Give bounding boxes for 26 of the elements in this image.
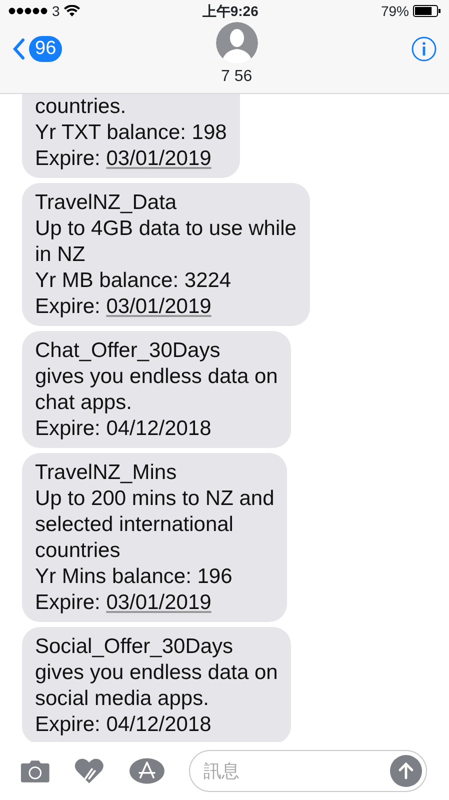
message-text: countries. Yr TXT balance: 198 Expire: 03/01/2019 (35, 94, 227, 172)
message-text: TravelNZ_Mins Up to 200 mins to NZ and selected international countries Yr Mins balance: 196 Expire: 03/01/2019 (35, 460, 274, 616)
message-text: Social_Offer_30Days gives you endless data on social media apps. Expire: 04/12/2018 (35, 634, 278, 738)
date-link[interactable]: 03/01/2019 (106, 147, 212, 170)
camera-icon[interactable] (20, 758, 50, 784)
contact-name[interactable]: 7 56 (220, 68, 252, 86)
avatar-icon[interactable] (216, 22, 258, 64)
send-button[interactable] (390, 755, 422, 787)
carrier-text: 3 (52, 2, 60, 20)
back-button[interactable]: 96 (12, 36, 62, 62)
date-link[interactable]: 03/01/2019 (106, 295, 212, 318)
wifi-icon (64, 5, 80, 17)
info-icon[interactable] (410, 36, 437, 62)
message-text: Chat_Offer_30Days gives you endless data on chat apps. Expire: 04/12/2018 (35, 338, 278, 442)
message-text: TravelNZ_Data Up to 4GB data to use while in NZ Yr MB balance: 3224 Expire: 03/01/2019 (35, 190, 296, 320)
message-field[interactable]: 訊息 (188, 750, 427, 792)
arrow-up-icon (398, 762, 414, 780)
app-store-icon[interactable] (128, 757, 165, 785)
back-chevron-icon (12, 38, 25, 60)
unread-count: 96 (29, 36, 62, 62)
battery-icon (412, 5, 441, 17)
battery-percent: 79% (380, 2, 409, 20)
date-link[interactable]: 03/01/2019 (106, 591, 212, 614)
clock-time: 上午9:26 (202, 2, 258, 20)
signal-icon (8, 7, 48, 15)
heart-icon[interactable] (74, 757, 105, 785)
